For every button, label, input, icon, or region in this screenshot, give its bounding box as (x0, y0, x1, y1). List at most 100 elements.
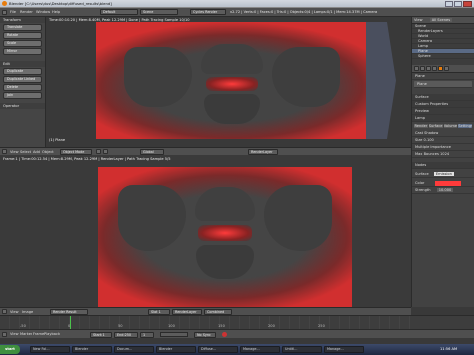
tick-200: 200 (268, 324, 275, 328)
duplicate-button[interactable]: Duplicate (3, 68, 42, 75)
viewport-menu-select[interactable]: Select (20, 150, 31, 154)
texture-tab-icon[interactable] (444, 66, 449, 71)
tab-volume[interactable]: Volume (443, 124, 458, 128)
end-frame-field[interactable]: End:250 (114, 332, 138, 338)
top-viewport[interactable]: Time:00:10.20 | Mem:8.40M, Peak 12.29M |… (46, 17, 411, 147)
tab-surface[interactable]: Surface (428, 124, 443, 128)
scale-button[interactable]: Scale (3, 40, 42, 47)
menu-window[interactable]: Window (36, 10, 50, 14)
color-swatch[interactable] (434, 180, 461, 186)
task-untitled[interactable]: Untitl... (282, 346, 322, 353)
stats-text: v2.72 | Verts:0 | Faces:0 | Tris:0 | Obj… (230, 10, 378, 14)
render-engine-select[interactable]: Cycles Render (190, 9, 226, 15)
tab-settings[interactable]: Settings (458, 124, 472, 128)
shape-center-glow (206, 77, 258, 91)
window-title: Blender [C:\Users\dus\Desktop\diffused_r… (9, 1, 112, 6)
section-custom-properties[interactable]: Custom Properties (412, 101, 474, 108)
record-icon[interactable] (222, 332, 227, 337)
object-tab-icon[interactable] (432, 66, 437, 71)
section-nodes[interactable]: Nodes (412, 162, 474, 169)
delete-button[interactable]: Delete (3, 84, 42, 91)
image-menu-image[interactable]: Image (22, 310, 33, 314)
properties-editor: Plane Plane Surface Custom Properties Pr… (411, 65, 474, 307)
timeline-menu-frame[interactable]: Frame (33, 332, 44, 336)
task-blender-1[interactable]: Blender (72, 346, 112, 353)
cast-shadow-checkbox[interactable]: Cast Shadow (412, 130, 474, 137)
maximize-button[interactable] (454, 1, 462, 7)
sync-mode-select[interactable]: No Sync (194, 332, 216, 338)
image-menu-view[interactable]: View (10, 310, 19, 314)
transform-panel-header[interactable]: Transform (0, 17, 45, 23)
timeline[interactable]: -50 0 50 100 150 200 250 View Marker Fra… (0, 315, 474, 338)
timeline-menu-marker[interactable]: Marker (20, 332, 32, 336)
task-manage-1[interactable]: Manage... (240, 346, 280, 353)
close-button[interactable] (463, 1, 472, 7)
viewport-menu-add[interactable]: Add (33, 150, 40, 154)
shape-left-blob (124, 47, 192, 107)
start-frame-field[interactable]: Start:1 (90, 332, 112, 338)
world-tab-icon[interactable] (426, 66, 431, 71)
properties-context-tabs (412, 65, 474, 73)
tab-render[interactable]: Render (414, 124, 428, 128)
viewport-menu-view[interactable]: View (10, 150, 19, 154)
timeline-editor-icon[interactable] (2, 332, 7, 337)
menu-render[interactable]: Render (20, 10, 33, 14)
scene-select[interactable]: Scene (140, 9, 178, 15)
scene-tab-icon[interactable] (420, 66, 425, 71)
translate-button[interactable]: Translate (3, 24, 42, 31)
image-render-info: Frame:1 | Time:00:12.54 | Mem:8.29M, Pea… (3, 157, 171, 161)
multiple-importance-checkbox[interactable]: Multiple Importance (412, 144, 474, 151)
color-row: Color (412, 180, 474, 187)
edit-panel-header[interactable]: Edit (0, 61, 45, 67)
window-titlebar: Blender [C:\Users\dus\Desktop\diffused_r… (0, 0, 474, 8)
join-button[interactable]: Join (3, 92, 42, 99)
mirror-button[interactable]: Mirror (3, 48, 42, 55)
task-blender-2[interactable]: Blender (156, 346, 196, 353)
size-field[interactable]: Size 0.100 (412, 137, 474, 144)
task-diffuse[interactable]: Diffuse... (198, 346, 238, 353)
viewport-menu-object[interactable]: Object (42, 150, 54, 154)
playback-controls[interactable] (160, 332, 188, 337)
screen-layout-select[interactable]: Default (100, 9, 138, 15)
shape-right-blob (264, 185, 332, 251)
material-slot-field[interactable]: Plane (414, 81, 472, 88)
section-surface[interactable]: Surface (412, 94, 474, 101)
active-object-label: (1) Plane (49, 138, 66, 142)
image-editor[interactable]: Frame:1 | Time:00:12.54 | Mem:8.29M, Pea… (0, 155, 411, 307)
strength-field[interactable]: 10.000 (436, 188, 454, 192)
task-documents[interactable]: Docum... (114, 346, 154, 353)
minimize-button[interactable] (445, 1, 453, 7)
material-tab-icon[interactable] (438, 66, 443, 71)
menu-file[interactable]: File (10, 10, 16, 14)
rendered-camera-view (96, 22, 368, 139)
surface-shader-row[interactable]: Surface Emission (412, 171, 474, 178)
shape-center-glow (198, 225, 252, 241)
editor-type-icon[interactable] (2, 10, 7, 15)
pivot-icon[interactable] (103, 149, 108, 154)
max-bounces-field[interactable]: Max Bounces 1024 (412, 151, 474, 158)
operator-panel-header[interactable]: Operator (0, 103, 45, 109)
view3d-editor-icon[interactable] (2, 149, 7, 154)
section-lamp[interactable]: Lamp (412, 115, 474, 122)
shape-right-blob (272, 47, 340, 107)
outliner-view-menu[interactable]: View (414, 18, 423, 22)
start-button[interactable]: start (0, 345, 20, 354)
task-new-folder[interactable]: New Fol... (30, 346, 70, 353)
viewport-header: View Select Add Object Object Mode Globa… (0, 147, 411, 155)
task-manage-2[interactable]: Manage... (324, 346, 364, 353)
image-editor-type-icon[interactable] (2, 309, 7, 314)
timeline-menu-view[interactable]: View (10, 332, 19, 336)
outliner-display-select[interactable]: All Scenes (429, 18, 453, 22)
timeline-menu-playback[interactable]: Playback (44, 332, 60, 336)
render-tab-icon[interactable] (414, 66, 419, 71)
duplicate-linked-button[interactable]: Duplicate Linked (3, 76, 42, 83)
menu-help[interactable]: Help (52, 10, 60, 14)
current-frame-field[interactable]: 1 (140, 332, 154, 338)
surface-shader-select[interactable]: Emission (433, 172, 454, 176)
tick-250: 250 (318, 324, 325, 328)
shading-icon[interactable] (96, 149, 101, 154)
shader-tabs: Render Surface Volume Settings (414, 124, 472, 128)
rotate-button[interactable]: Rotate (3, 32, 42, 39)
outliner-item-sphere[interactable]: Sphere (412, 54, 474, 59)
section-preview[interactable]: Preview (412, 108, 474, 115)
